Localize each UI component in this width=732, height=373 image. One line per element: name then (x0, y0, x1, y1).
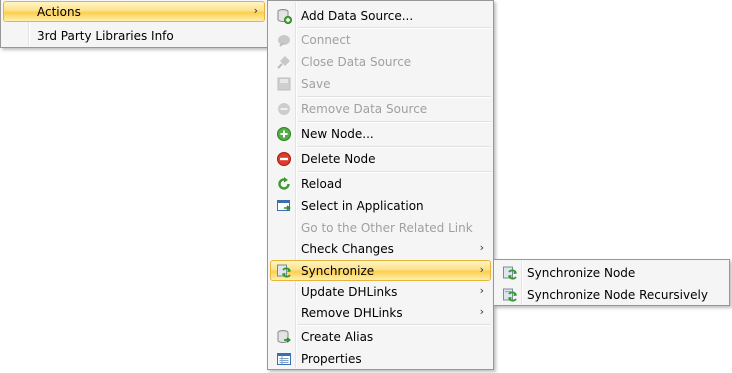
menu-item-label: Add Data Source... (301, 9, 414, 23)
add-database-icon (275, 7, 292, 24)
menu-item-new-node[interactable]: New Node... (270, 123, 491, 144)
menu-item-label: Connect (301, 33, 351, 47)
menu-item-label: Properties (301, 352, 362, 366)
submenu-arrow-icon: › (479, 305, 484, 318)
menu-item-label: Create Alias (301, 330, 374, 344)
menu-item-label: 3rd Party Libraries Info (37, 29, 174, 43)
menu-item-label: Go to the Other Related Link (301, 221, 473, 235)
menu-item-label: Synchronize Node (527, 266, 636, 280)
menu-item-connect[interactable]: Connect (270, 29, 491, 50)
menu-item-create-alias[interactable]: Create Alias (270, 326, 491, 347)
actions-submenu: Add Data Source... Connect Close Data So… (267, 0, 494, 370)
menu-item-3rd-party-libraries-info[interactable]: 3rd Party Libraries Info (3, 25, 265, 46)
submenu-arrow-icon: › (479, 241, 484, 254)
delete-red-circle-icon (275, 150, 292, 167)
menu-item-synchronize-node[interactable]: Synchronize Node (496, 262, 727, 283)
synchronize-icon (501, 264, 518, 281)
menu-item-label: Close Data Source (301, 55, 412, 69)
menu-item-add-data-source[interactable]: Add Data Source... (270, 5, 491, 26)
menu-item-label: Synchronize (301, 264, 375, 278)
menu-item-close-data-source[interactable]: Close Data Source (270, 51, 491, 72)
menu-item-synchronize[interactable]: Synchronize › (270, 260, 491, 281)
menu-item-remove-dhlinks[interactable]: Remove DHLinks › (270, 302, 491, 323)
menu-item-actions[interactable]: Actions › (3, 1, 265, 22)
add-green-circle-icon (275, 125, 292, 142)
save-icon (275, 75, 292, 92)
menu-item-select-in-application[interactable]: Select in Application (270, 195, 491, 216)
menu-item-label: Remove Data Source (301, 102, 428, 116)
menu-item-remove-data-source[interactable]: Remove Data Source (270, 98, 491, 119)
menu-item-properties[interactable]: Properties (270, 348, 491, 369)
menu-item-label: Save (301, 77, 331, 91)
menu-item-synchronize-node-recursively[interactable]: Synchronize Node Recursively (496, 284, 727, 305)
menu-item-label: Select in Application (301, 199, 424, 213)
menu-item-update-dhlinks[interactable]: Update DHLinks › (270, 281, 491, 302)
menu-item-delete-node[interactable]: Delete Node (270, 148, 491, 169)
menu-item-save[interactable]: Save (270, 73, 491, 94)
remove-icon (275, 100, 292, 117)
synchronize-recursive-icon (501, 286, 518, 303)
menu-item-label: Remove DHLinks (301, 306, 403, 320)
reload-icon (275, 175, 292, 192)
menu-item-label: Update DHLinks (301, 285, 398, 299)
menu-item-label: Synchronize Node Recursively (527, 288, 708, 302)
select-in-app-icon (275, 197, 292, 214)
menu-item-label: Reload (301, 177, 342, 191)
menu-item-label: New Node... (301, 127, 374, 141)
main-menu: Actions › 3rd Party Libraries Info (0, 0, 268, 48)
menu-item-reload[interactable]: Reload (270, 173, 491, 194)
synchronize-submenu: Synchronize Node Synchronize Node Recurs… (493, 259, 730, 306)
submenu-arrow-icon: › (479, 263, 484, 276)
menu-item-label: Delete Node (301, 152, 376, 166)
menu-item-label: Actions (37, 5, 81, 19)
disconnect-plug-icon (275, 53, 292, 70)
synchronize-icon (275, 262, 292, 279)
submenu-arrow-icon: › (253, 4, 258, 17)
connect-plug-icon (275, 31, 292, 48)
create-alias-icon (275, 328, 292, 345)
menu-item-go-to-other-related-link[interactable]: Go to the Other Related Link (270, 217, 491, 238)
menu-item-check-changes[interactable]: Check Changes › (270, 238, 491, 259)
properties-icon (275, 350, 292, 367)
submenu-arrow-icon: › (479, 284, 484, 297)
menu-item-label: Check Changes (301, 242, 394, 256)
